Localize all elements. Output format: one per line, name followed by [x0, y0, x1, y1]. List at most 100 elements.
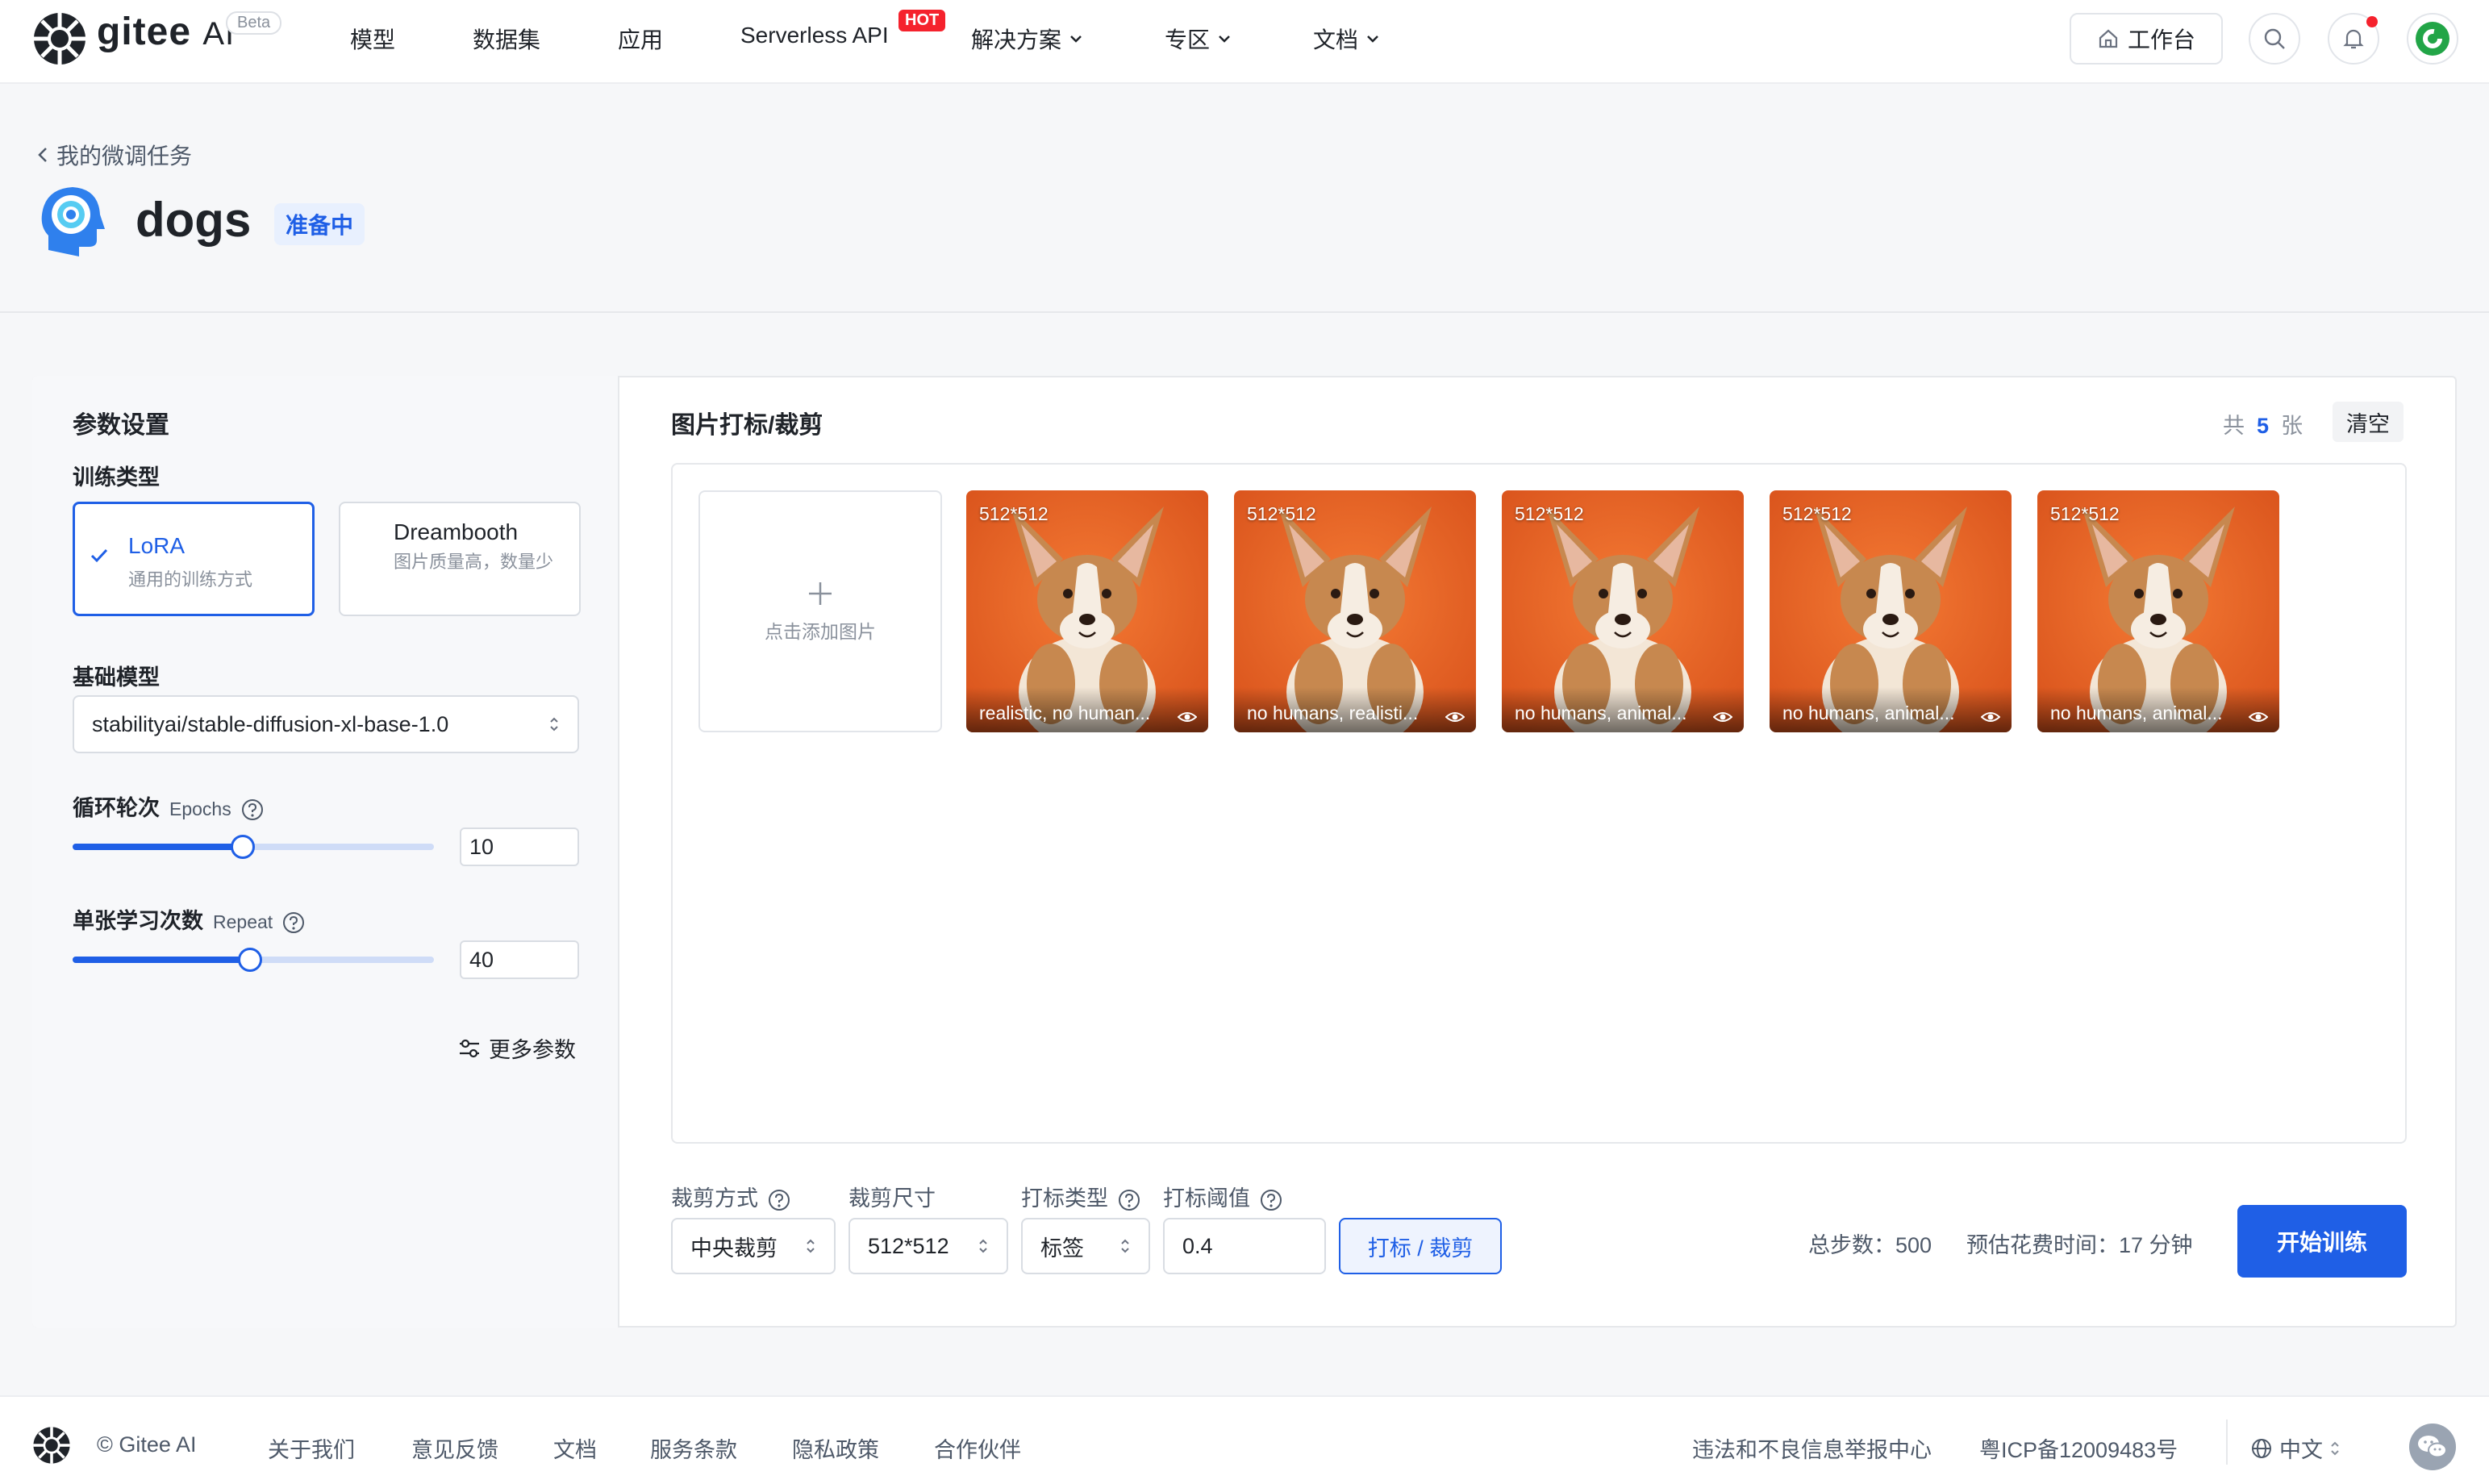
tag-crop-button[interactable]: 打标 / 裁剪	[1339, 1218, 1502, 1274]
chevron-down-icon	[1366, 34, 1379, 44]
updown-icon	[548, 715, 560, 733]
eye-icon[interactable]	[1445, 710, 1465, 724]
image-thumbnail[interactable]: 512*512 no humans, animal...	[1770, 490, 2012, 732]
help-icon[interactable]	[1260, 1189, 1282, 1211]
epochs-input[interactable]: 10	[460, 827, 579, 866]
crop-size-select[interactable]: 512*512	[848, 1218, 1008, 1274]
image-size: 512*512	[2050, 503, 2120, 524]
updown-icon	[1119, 1237, 1131, 1255]
footer-icp[interactable]: 粤ICP备12009483号	[1979, 1432, 2178, 1464]
nav-datasets[interactable]: 数据集	[473, 23, 540, 55]
nav-docs[interactable]: 文档	[1313, 23, 1379, 55]
footer-report-link[interactable]: 违法和不良信息举报中心	[1692, 1432, 1932, 1464]
repeat-slider-handle[interactable]	[237, 948, 262, 972]
beta-badge: Beta	[226, 11, 282, 35]
gitee-logo-icon[interactable]	[32, 1426, 71, 1465]
type-desc: 通用的训练方式	[128, 569, 253, 590]
eye-icon[interactable]	[1713, 710, 1732, 724]
image-caption: no humans, animal...	[1515, 702, 1687, 723]
footer-link-feedback[interactable]: 意见反馈	[411, 1432, 498, 1464]
footer-link-privacy[interactable]: 隐私政策	[792, 1432, 879, 1464]
image-thumbnail[interactable]: 512*512 no humans, animal...	[2037, 490, 2279, 732]
eye-icon[interactable]	[1981, 710, 2000, 724]
image-size: 512*512	[1247, 503, 1316, 524]
image-thumbnail[interactable]: 512*512 realistic, no human...	[966, 490, 1208, 732]
crop-method-label: 裁剪方式	[671, 1181, 790, 1212]
image-caption: no humans, animal...	[1782, 702, 1955, 723]
task-header-band	[0, 85, 2489, 313]
type-card-lora[interactable]: LoRA 通用的训练方式	[73, 502, 315, 616]
wechat-icon[interactable]	[2408, 1423, 2457, 1471]
image-size: 512*512	[1515, 503, 1584, 524]
train-type-label: 训练类型	[73, 465, 160, 490]
total-steps: 总步数：500	[1808, 1233, 1932, 1257]
tag-type-select[interactable]: 标签	[1021, 1218, 1150, 1274]
image-caption-bar: no humans, animal...	[1770, 687, 2012, 732]
footer-link-docs[interactable]: 文档	[553, 1432, 597, 1464]
task-name: dogs	[135, 193, 252, 247]
eye-icon[interactable]	[1178, 710, 1197, 724]
updown-icon	[978, 1237, 989, 1255]
estimated-time: 预估花费时间：17 分钟	[1966, 1233, 2193, 1257]
tag-type-value: 标签	[1040, 1236, 1084, 1261]
repeat-input[interactable]: 40	[460, 940, 579, 979]
type-name: LoRA	[128, 533, 186, 558]
nav-apps[interactable]: 应用	[618, 23, 663, 55]
updown-icon	[2329, 1440, 2341, 1457]
image-thumbnail[interactable]: 512*512 no humans, animal...	[1502, 490, 1744, 732]
sliders-icon	[458, 1038, 481, 1059]
threshold-input[interactable]: 0.4	[1163, 1218, 1326, 1274]
language-label: 中文	[2279, 1438, 2323, 1462]
help-icon[interactable]	[241, 798, 264, 821]
logo-text[interactable]: gitee AI	[97, 10, 235, 54]
more-params-label: 更多参数	[489, 1038, 576, 1062]
help-icon[interactable]	[768, 1189, 790, 1211]
type-card-dreambooth[interactable]: Dreambooth 图片质量高，数量少	[339, 502, 581, 616]
back-link[interactable]: 我的微调任务	[37, 139, 192, 171]
nav-serverless-api[interactable]: Serverless API	[740, 23, 889, 48]
crop-size-value: 512*512	[868, 1233, 949, 1258]
crop-method-select[interactable]: 中央裁剪	[671, 1218, 836, 1274]
search-button[interactable]	[2249, 13, 2300, 65]
eye-icon[interactable]	[2249, 710, 2268, 724]
workbench-label: 工作台	[2127, 27, 2195, 52]
nav-models[interactable]: 模型	[350, 23, 395, 55]
check-icon	[90, 548, 109, 564]
more-params-button[interactable]: 更多参数	[458, 1032, 576, 1064]
notification-dot	[2366, 16, 2378, 27]
help-icon[interactable]	[282, 911, 305, 934]
base-model-label: 基础模型	[73, 665, 160, 690]
repeat-label: 单张学习次数 Repeat	[73, 903, 305, 935]
add-image-button[interactable]: 点击添加图片	[698, 490, 942, 732]
status-badge: 准备中	[274, 203, 365, 245]
image-caption: no humans, realisti...	[1247, 702, 1419, 723]
user-avatar[interactable]	[2407, 13, 2458, 65]
help-icon[interactable]	[1118, 1189, 1140, 1211]
nav-solutions[interactable]: 解决方案	[971, 23, 1082, 55]
start-training-button[interactable]: 开始训练	[2237, 1205, 2407, 1278]
footer-copyright: © Gitee AI	[97, 1432, 197, 1457]
gitee-logo-icon[interactable]	[32, 11, 87, 66]
hot-badge: HOT	[898, 10, 946, 31]
base-model-select[interactable]: stabilityai/stable-diffusion-xl-base-1.0	[73, 695, 579, 753]
chevron-left-icon	[37, 146, 48, 164]
head-bot-icon	[37, 182, 105, 260]
image-caption-bar: no humans, animal...	[1502, 687, 1744, 732]
footer-link-partners[interactable]: 合作伙伴	[934, 1432, 1021, 1464]
updown-icon	[805, 1237, 816, 1255]
globe-icon	[2250, 1437, 2273, 1460]
epochs-slider-handle[interactable]	[230, 835, 255, 859]
footer-link-terms[interactable]: 服务条款	[650, 1432, 737, 1464]
language-select[interactable]: 中文	[2250, 1432, 2341, 1464]
footer-link-about[interactable]: 关于我们	[268, 1432, 355, 1464]
image-caption: no humans, animal...	[2050, 702, 2223, 723]
clear-button[interactable]: 清空	[2333, 402, 2404, 442]
image-caption-bar: realistic, no human...	[966, 687, 1208, 732]
image-caption-bar: no humans, animal...	[2037, 687, 2279, 732]
add-image-label: 点击添加图片	[765, 621, 876, 642]
nav-zones[interactable]: 专区	[1165, 23, 1231, 55]
image-caption: realistic, no human...	[979, 702, 1151, 723]
workbench-button[interactable]: 工作台	[2070, 13, 2223, 65]
type-desc: 图片质量高，数量少	[394, 552, 554, 572]
image-thumbnail[interactable]: 512*512 no humans, realisti...	[1234, 490, 1476, 732]
